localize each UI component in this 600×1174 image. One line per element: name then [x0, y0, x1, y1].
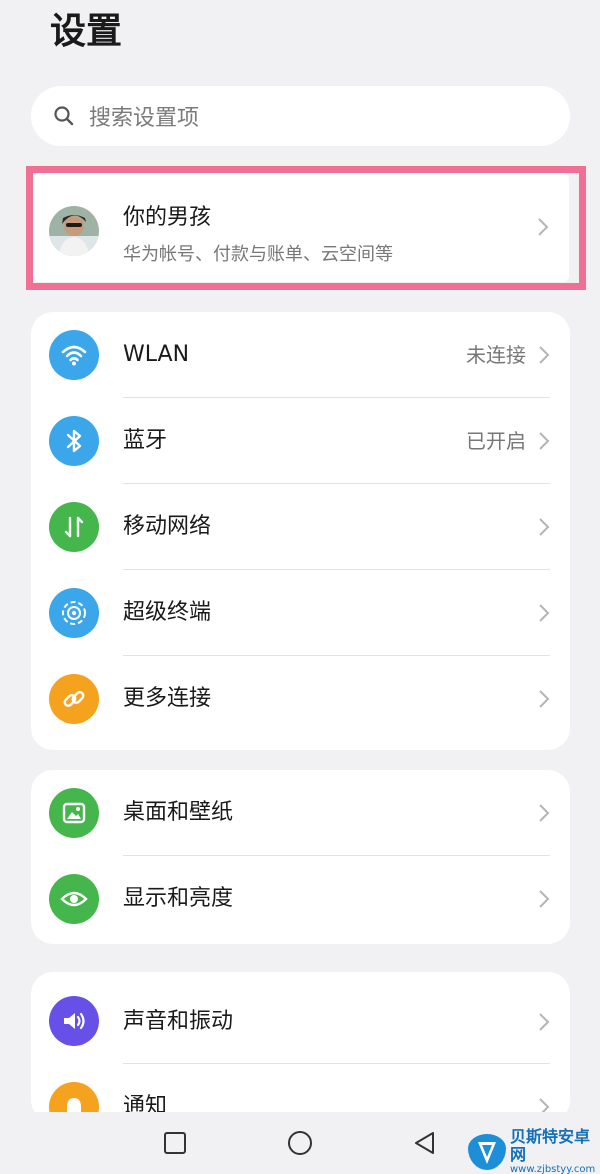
link-icon [49, 674, 99, 724]
speaker-icon [49, 996, 99, 1046]
eye-icon [49, 874, 99, 924]
item-value: 未连接 [466, 343, 526, 367]
settings-item-sound[interactable]: 声音和振动 [31, 972, 570, 1064]
chevron-right-icon [539, 604, 550, 622]
item-label: 超级终端 [123, 600, 212, 625]
item-label: 移动网络 [123, 514, 212, 539]
search-placeholder: 搜索设置项 [89, 106, 200, 131]
account-row[interactable]: 你的男孩 华为帐号、付款与账单、云空间等 [33, 173, 569, 282]
chevron-right-icon [539, 346, 550, 364]
chevron-right-icon [539, 1013, 550, 1031]
settings-item-bluetooth[interactable]: 蓝牙 已开启 [31, 398, 570, 484]
item-label: WLAN [123, 342, 190, 367]
watermark-logo [468, 1134, 506, 1170]
settings-item-wlan[interactable]: WLAN 未连接 [31, 312, 570, 398]
chevron-right-icon [539, 690, 550, 708]
wallpaper-icon [49, 788, 99, 838]
search-input[interactable]: 搜索设置项 [31, 86, 570, 146]
watermark-url: www.zjbstyy.com [510, 1164, 596, 1174]
sound-card: 声音和振动 通知 [31, 972, 570, 1122]
item-label: 声音和振动 [123, 1009, 234, 1034]
settings-item-more-connections[interactable]: 更多连接 [31, 656, 570, 750]
watermark: 贝斯特安卓网 www.zjbstyy.com [468, 1128, 598, 1174]
watermark-title: 贝斯特安卓网 [510, 1127, 591, 1164]
avatar [49, 206, 99, 256]
settings-item-display[interactable]: 显示和亮度 [31, 856, 570, 944]
settings-item-wallpaper[interactable]: 桌面和壁纸 [31, 770, 570, 856]
display-card: 桌面和壁纸 显示和亮度 [31, 770, 570, 944]
home-icon[interactable] [287, 1130, 313, 1156]
super-device-icon [49, 588, 99, 638]
item-label: 桌面和壁纸 [123, 800, 234, 825]
item-value: 已开启 [466, 429, 526, 453]
chevron-right-icon [539, 518, 550, 536]
settings-item-super-device[interactable]: 超级终端 [31, 570, 570, 656]
item-label: 蓝牙 [123, 428, 168, 453]
mobile-data-icon [49, 502, 99, 552]
chevron-right-icon [539, 804, 550, 822]
chevron-right-icon [538, 218, 549, 236]
page-title: 设置 [50, 11, 123, 52]
chevron-right-icon [539, 890, 550, 908]
chevron-right-icon [539, 432, 550, 450]
account-subtitle: 华为帐号、付款与账单、云空间等 [123, 244, 393, 265]
settings-item-mobile-network[interactable]: 移动网络 [31, 484, 570, 570]
account-name: 你的男孩 [123, 205, 212, 230]
back-icon[interactable] [412, 1130, 438, 1156]
wifi-icon [49, 330, 99, 380]
recents-icon[interactable] [162, 1130, 188, 1156]
search-icon [54, 106, 74, 126]
connectivity-card: WLAN 未连接 蓝牙 已开启 移动网络 超级终端 更多连接 [31, 312, 570, 750]
item-label: 显示和亮度 [123, 886, 234, 911]
item-label: 更多连接 [123, 686, 212, 711]
bluetooth-icon [49, 416, 99, 466]
